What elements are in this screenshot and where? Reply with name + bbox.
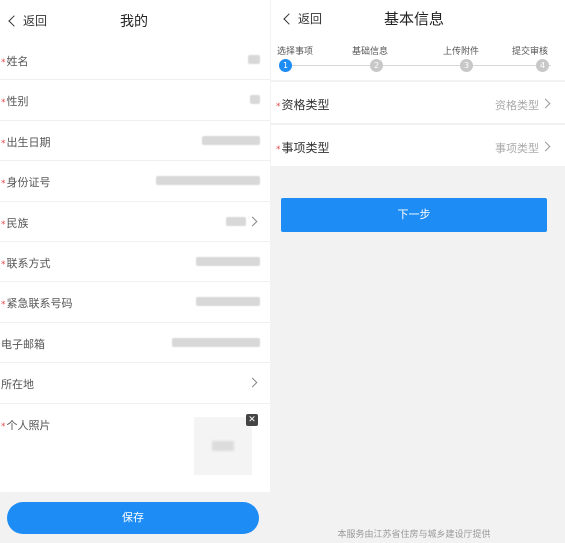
required-mark: *: [1, 300, 6, 311]
field-label: 所在地: [1, 378, 34, 392]
step-label: 基础信息: [352, 47, 389, 57]
back-button[interactable]: 返回: [8, 12, 48, 29]
photo-thumbnail[interactable]: ✕: [194, 413, 258, 475]
field-label: 紧急联系号码: [6, 297, 73, 311]
field-ethnicity[interactable]: *民族: [0, 202, 270, 242]
blurred-value: [156, 176, 260, 186]
profile-panel: 返回 我的 *姓名 *性别 *出生日期 *身份证号 *民族 *联系方式 *紧急联…: [0, 0, 270, 543]
blurred-value: [250, 95, 260, 105]
close-icon[interactable]: ✕: [246, 413, 258, 426]
field-email[interactable]: 电子邮箱: [0, 323, 270, 364]
required-mark: *: [1, 219, 6, 230]
top-nav: 返回 我的: [0, 0, 270, 40]
chevron-left-icon: [8, 14, 20, 27]
select-placeholder: 资格类型: [495, 99, 539, 112]
step-label: 选择事项: [277, 47, 314, 57]
select-label: 资格类型: [281, 98, 330, 112]
field-contact[interactable]: *联系方式: [0, 242, 270, 283]
blurred-value: [226, 216, 246, 226]
back-button[interactable]: 返回: [283, 10, 323, 27]
required-mark: *: [1, 179, 6, 190]
chevron-right-icon: [247, 216, 258, 227]
blurred-value: [202, 135, 260, 145]
chevron-right-icon: [540, 98, 551, 109]
profile-form: *姓名 *性别 *出生日期 *身份证号 *民族 *联系方式 *紧急联系号码 电子…: [0, 40, 270, 492]
qualification-type-select[interactable]: *资格类型 资格类型: [271, 82, 565, 124]
field-emergency-contact[interactable]: *紧急联系号码: [0, 282, 270, 323]
required-mark: *: [1, 98, 6, 109]
step-dot-2: 2: [370, 59, 383, 72]
chevron-right-icon: [540, 141, 551, 152]
step-indicator: 选择事项 基础信息 上传附件 提交审核 1 2 3 4: [271, 36, 565, 80]
page-title: 基本信息: [384, 10, 445, 28]
field-name[interactable]: *姓名: [0, 40, 270, 81]
chevron-right-icon: [247, 377, 258, 388]
blurred-value: [196, 297, 260, 307]
required-mark: *: [1, 58, 6, 68]
blurred-value: [172, 337, 260, 347]
field-label: 出生日期: [6, 135, 51, 149]
footer-note: 本服务由江苏省住房与城乡建设厅提供: [337, 530, 491, 540]
required-mark: *: [1, 421, 6, 432]
step-label: 上传附件: [443, 47, 480, 57]
field-label: 联系方式: [6, 256, 51, 270]
select-placeholder: 事项类型: [495, 142, 539, 155]
field-label: 姓名: [6, 55, 29, 68]
field-photo: *个人照片 ✕: [0, 404, 270, 492]
field-id-number[interactable]: *身份证号: [0, 161, 270, 202]
item-type-select[interactable]: *事项类型 事项类型: [271, 125, 565, 167]
blurred-value: [196, 256, 260, 266]
step-label: 提交审核: [512, 47, 549, 57]
chevron-left-icon: [283, 12, 295, 25]
blurred-value: [248, 55, 260, 64]
step-dot-1: 1: [279, 59, 292, 72]
field-label: 身份证号: [6, 176, 51, 190]
field-label: 电子邮箱: [1, 337, 45, 351]
required-mark: *: [276, 145, 281, 155]
required-mark: *: [1, 138, 6, 149]
back-label: 返回: [298, 12, 323, 26]
step-dot-4: 4: [536, 59, 549, 72]
field-gender[interactable]: *性别: [0, 80, 270, 121]
back-label: 返回: [23, 14, 48, 28]
field-label: 性别: [6, 95, 29, 109]
step-line: [285, 65, 551, 66]
next-step-button[interactable]: 下一步: [281, 198, 547, 232]
field-label: 民族: [6, 216, 29, 230]
page-title: 我的: [120, 14, 148, 30]
required-mark: *: [1, 259, 6, 270]
field-label: 个人照片: [6, 418, 51, 432]
select-label: 事项类型: [281, 141, 330, 155]
field-location[interactable]: 所在地: [0, 363, 270, 404]
field-birthdate[interactable]: *出生日期: [0, 121, 270, 162]
required-mark: *: [276, 102, 281, 112]
basic-info-panel: 返回 基本信息 选择事项 基础信息 上传附件 提交审核 1 2 3 4 *资格类…: [271, 0, 565, 543]
save-button[interactable]: 保存: [7, 502, 259, 534]
top-nav: 返回 基本信息: [271, 0, 565, 36]
step-dot-3: 3: [460, 59, 473, 72]
